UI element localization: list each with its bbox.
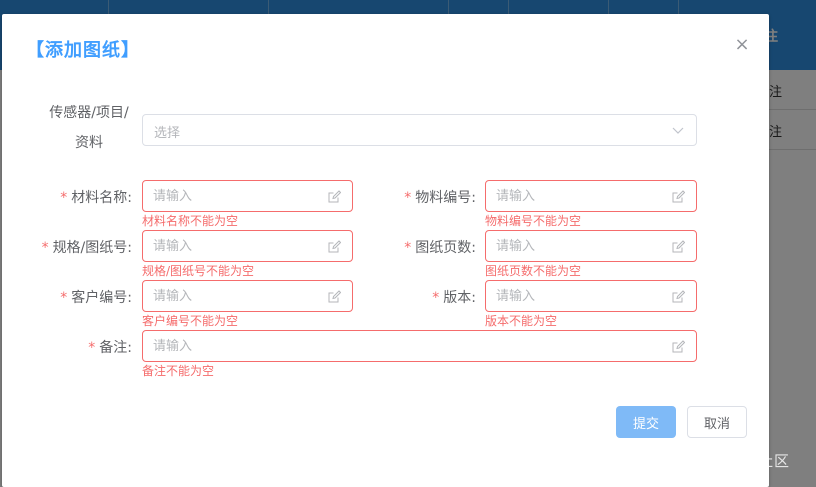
version-field[interactable] (485, 280, 697, 312)
drawing-pages-label: * 图纸页数: (404, 240, 476, 256)
edit-icon (672, 190, 685, 203)
edit-icon (328, 290, 341, 303)
spec-drawing-no-input[interactable] (153, 231, 322, 261)
edit-icon (328, 240, 341, 253)
remark-error: 备注不能为空 (142, 364, 215, 378)
edit-icon (672, 290, 685, 303)
source-label: 传感器/项目/ 资料 (46, 98, 132, 158)
spec-drawing-no-label: * 规格/图纸号: (41, 240, 132, 256)
spec-drawing-no-field[interactable] (142, 230, 353, 262)
source-select[interactable]: 选择 (142, 114, 697, 146)
drawing-pages-field[interactable] (485, 230, 697, 262)
dialog-title: 【添加图纸】 (26, 40, 140, 61)
required-mark: * (88, 340, 96, 356)
edit-icon (672, 240, 685, 253)
source-label-line2: 资料 (75, 135, 103, 151)
customer-code-input[interactable] (153, 281, 322, 311)
material-name-label: * 材料名称: (60, 190, 132, 206)
required-mark: * (60, 290, 68, 306)
material-name-input[interactable] (153, 181, 322, 211)
version-error: 版本不能为空 (485, 314, 558, 328)
spec-drawing-no-error: 规格/图纸号不能为空 (142, 264, 255, 278)
material-name-field[interactable] (142, 180, 353, 212)
cancel-button[interactable]: 取消 (687, 406, 747, 438)
material-code-field[interactable] (485, 180, 697, 212)
submit-button[interactable]: 提交 (616, 406, 676, 438)
close-icon[interactable]: × (733, 36, 751, 54)
watermark-text: @稀土掘金技术社区 (646, 452, 791, 470)
edit-icon (328, 190, 341, 203)
material-code-error: 物料编号不能为空 (485, 214, 582, 228)
remark-label: * 备注: (88, 340, 132, 356)
required-mark: * (432, 290, 440, 306)
source-select-placeholder: 选择 (154, 126, 181, 141)
version-input[interactable] (496, 281, 666, 311)
chevron-down-icon (672, 127, 684, 134)
remark-input[interactable] (153, 331, 666, 361)
required-mark: * (41, 240, 49, 256)
required-mark: * (404, 240, 412, 256)
edit-icon (672, 340, 685, 353)
remark-field[interactable] (142, 330, 697, 362)
required-mark: * (404, 190, 412, 206)
drawing-pages-error: 图纸页数不能为空 (485, 264, 582, 278)
required-mark: * (60, 190, 68, 206)
drawing-pages-input[interactable] (496, 231, 666, 261)
source-label-line1: 传感器/项目/ (49, 105, 129, 121)
customer-code-field[interactable] (142, 280, 353, 312)
customer-code-error: 客户编号不能为空 (142, 314, 239, 328)
material-name-error: 材料名称不能为空 (142, 214, 239, 228)
material-code-input[interactable] (496, 181, 666, 211)
material-code-label: * 物料编号: (404, 190, 476, 206)
version-label: * 版本: (432, 290, 476, 306)
customer-code-label: * 客户编号: (60, 290, 132, 306)
